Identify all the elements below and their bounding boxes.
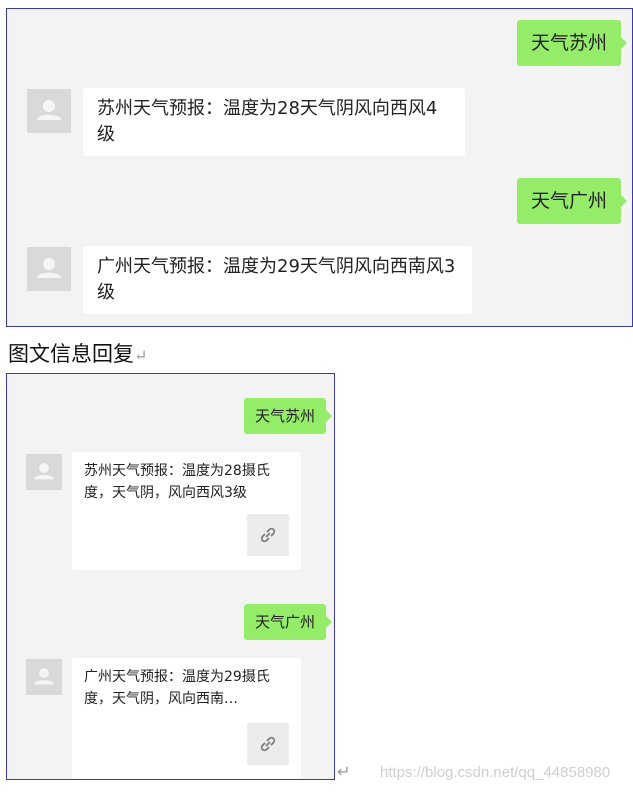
user-message-bubble[interactable]: 天气广州 <box>243 604 333 640</box>
return-mark: ↵ <box>337 762 351 781</box>
news-card-text: 广州天气预报：温度为29摄氏度，天气阴，风向西南… <box>84 669 270 707</box>
news-card[interactable]: 苏州天气预报：温度为28摄氏度，天气阴，风向西风3级 <box>72 452 301 570</box>
bot-message-bubble[interactable]: 苏州天气预报：温度为28天气阴风向西风4级 <box>83 88 465 156</box>
chat-panel-text: 天气苏州 苏州天气预报：温度为28天气阴风向西风4级 天气广州 广州天气预报：温… <box>6 8 633 327</box>
section-caption: 图文信息回复↵ <box>8 338 147 368</box>
avatar-icon[interactable] <box>26 659 62 695</box>
chat-panel-news: 天气苏州 苏州天气预报：温度为28摄氏度，天气阴，风向西风3级 天气广州 广州天… <box>6 373 335 780</box>
return-mark: ↵ <box>134 346 148 365</box>
news-card-text: 苏州天气预报：温度为28摄氏度，天气阴，风向西风3级 <box>84 463 270 501</box>
link-icon[interactable] <box>247 514 289 556</box>
watermark: https://blog.csdn.net/qq_44858980 <box>380 764 611 781</box>
link-icon[interactable] <box>247 723 289 765</box>
news-card[interactable]: 广州天气预报：温度为29摄氏度，天气阴，风向西南… <box>72 658 301 779</box>
caption-text: 图文信息回复 <box>8 342 134 366</box>
user-message-bubble[interactable]: 天气广州 <box>516 178 628 224</box>
user-message-bubble[interactable]: 天气苏州 <box>516 20 628 66</box>
avatar-icon[interactable] <box>27 89 71 133</box>
avatar-icon[interactable] <box>27 247 71 291</box>
avatar-icon[interactable] <box>26 454 62 490</box>
bot-message-bubble[interactable]: 广州天气预报：温度为29天气阴风向西南风3级 <box>83 246 472 314</box>
user-message-bubble[interactable]: 天气苏州 <box>243 398 333 434</box>
